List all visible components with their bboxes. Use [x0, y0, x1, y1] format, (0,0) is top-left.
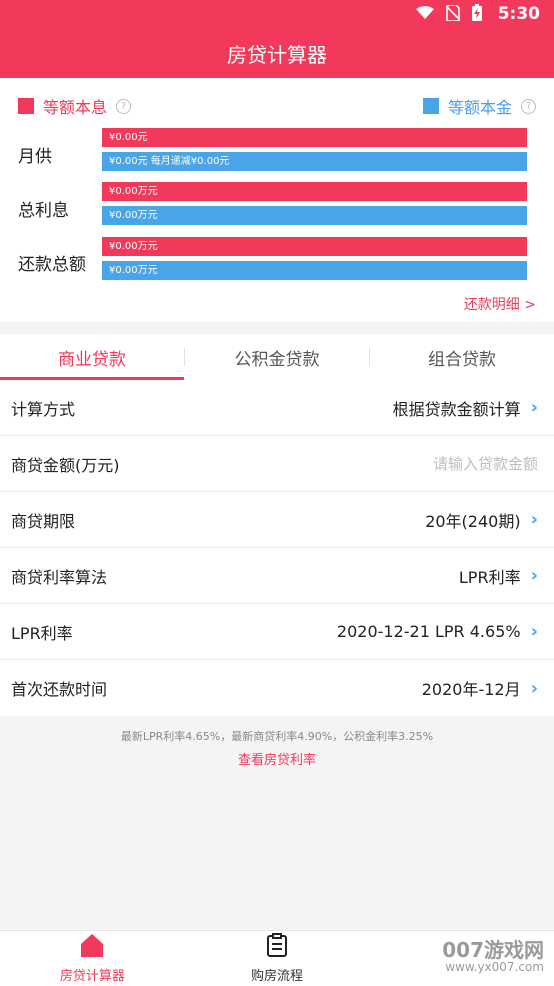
battery-charging-icon: [471, 4, 482, 24]
chevron-right-icon: ›: [530, 621, 538, 642]
calc-method-label: 计算方式: [11, 399, 76, 419]
blue-square-icon: [422, 98, 439, 114]
monthly-payment-label: 月供: [18, 147, 52, 167]
total-repayment-blue-bar: ¥0.00万元: [102, 261, 527, 280]
monthly-payment-red-bar: ¥0.00元: [102, 128, 527, 147]
house-icon: [80, 933, 104, 961]
page-title: 房贷计算器: [227, 42, 327, 67]
loan-term-value: 20年(240期): [425, 511, 521, 531]
loan-term-row[interactable]: 商贷期限 20年(240期) ›: [0, 492, 554, 548]
total-interest-red-bar: ¥0.00万元: [102, 182, 527, 201]
chevron-right-icon: ›: [530, 565, 538, 586]
watermark: 007游戏网 www.yx007.com: [442, 939, 544, 974]
lpr-rate-row[interactable]: LPR利率 2020-12-21 LPR 4.65% ›: [0, 604, 554, 660]
monthly-payment-blue-bar: ¥0.00元 每月递减¥0.00元: [102, 152, 527, 171]
clipboard-icon: [266, 933, 288, 961]
nav-purchase-process[interactable]: 购房流程: [185, 931, 370, 986]
app-header: 房贷计算器: [0, 28, 554, 78]
lpr-rate-value: 2020-12-21 LPR 4.65%: [336, 622, 521, 641]
view-rate-link[interactable]: 查看房贷利率: [0, 749, 554, 768]
watermark-title: 007游戏网: [442, 937, 544, 962]
loan-type-tabs: 商业贷款 公积金贷款 组合贷款: [0, 334, 554, 380]
tab-commercial-loan[interactable]: 商业贷款: [0, 334, 184, 380]
tab-combined-loan[interactable]: 组合贷款: [370, 334, 554, 380]
total-repayment-label: 还款总额: [18, 255, 86, 275]
loan-form: 计算方式 根据贷款金额计算 › 商贷金额(万元) 请输入贷款金额 商贷期限 20年…: [0, 380, 554, 716]
chevron-right-icon: ›: [530, 397, 538, 418]
nav-label: 购房流程: [251, 969, 304, 984]
legend-equal-installment[interactable]: 等额本息 ?: [18, 94, 132, 118]
legend-left-label: 等额本息: [43, 98, 108, 117]
legend-equal-principal[interactable]: 等额本金 ?: [422, 94, 536, 118]
total-repayment-red-bar: ¥0.00万元: [102, 237, 527, 256]
tab-provident-fund-loan[interactable]: 公积金贷款: [185, 334, 369, 380]
chevron-right-icon: ›: [530, 509, 538, 530]
total-interest-blue-bar: ¥0.00万元: [102, 206, 527, 225]
calc-method-value: 根据贷款金额计算: [392, 399, 521, 419]
rate-method-row[interactable]: 商贷利率算法 LPR利率 ›: [0, 548, 554, 604]
status-time: 5:30: [497, 4, 540, 24]
repayment-detail-link[interactable]: 还款明细 >: [464, 294, 536, 314]
chevron-right-icon: ›: [530, 677, 538, 699]
wifi-icon: [415, 5, 434, 23]
first-payment-row[interactable]: 首次还款时间 2020年-12月 ›: [0, 660, 554, 716]
red-square-icon: [18, 98, 34, 114]
total-interest-label: 总利息: [18, 201, 69, 221]
lpr-rate-label: LPR利率: [11, 623, 73, 643]
result-summary: 等额本息 ? 等额本金 ? 月供 ¥0.00元 ¥0.00元 每月递减¥0.00…: [0, 78, 554, 322]
watermark-url: www.yx007.com: [445, 959, 544, 974]
rate-method-label: 商贷利率算法: [11, 567, 108, 587]
help-icon[interactable]: ?: [521, 98, 536, 114]
calc-method-row[interactable]: 计算方式 根据贷款金额计算 ›: [0, 380, 554, 436]
loan-term-label: 商贷期限: [11, 511, 76, 531]
loan-amount-label: 商贷金额(万元): [11, 455, 120, 475]
rate-note: 最新LPR利率4.65%，最新商贷利率4.90%，公积金利率3.25%: [120, 730, 434, 743]
help-icon[interactable]: ?: [116, 98, 132, 114]
first-payment-label: 首次还款时间: [11, 680, 108, 699]
legend-right-label: 等额本金: [447, 98, 512, 117]
loan-amount-input[interactable]: 请输入贷款金额: [433, 453, 538, 474]
nav-label: 房贷计算器: [59, 969, 125, 984]
status-bar: 5:30: [0, 0, 554, 28]
rate-method-value: LPR利率: [458, 567, 521, 587]
no-sim-icon: [445, 3, 461, 24]
loan-amount-row[interactable]: 商贷金额(万元) 请输入贷款金额: [0, 436, 554, 492]
nav-mortgage-calculator[interactable]: 房贷计算器: [0, 931, 185, 986]
first-payment-value: 2020年-12月: [421, 680, 521, 699]
